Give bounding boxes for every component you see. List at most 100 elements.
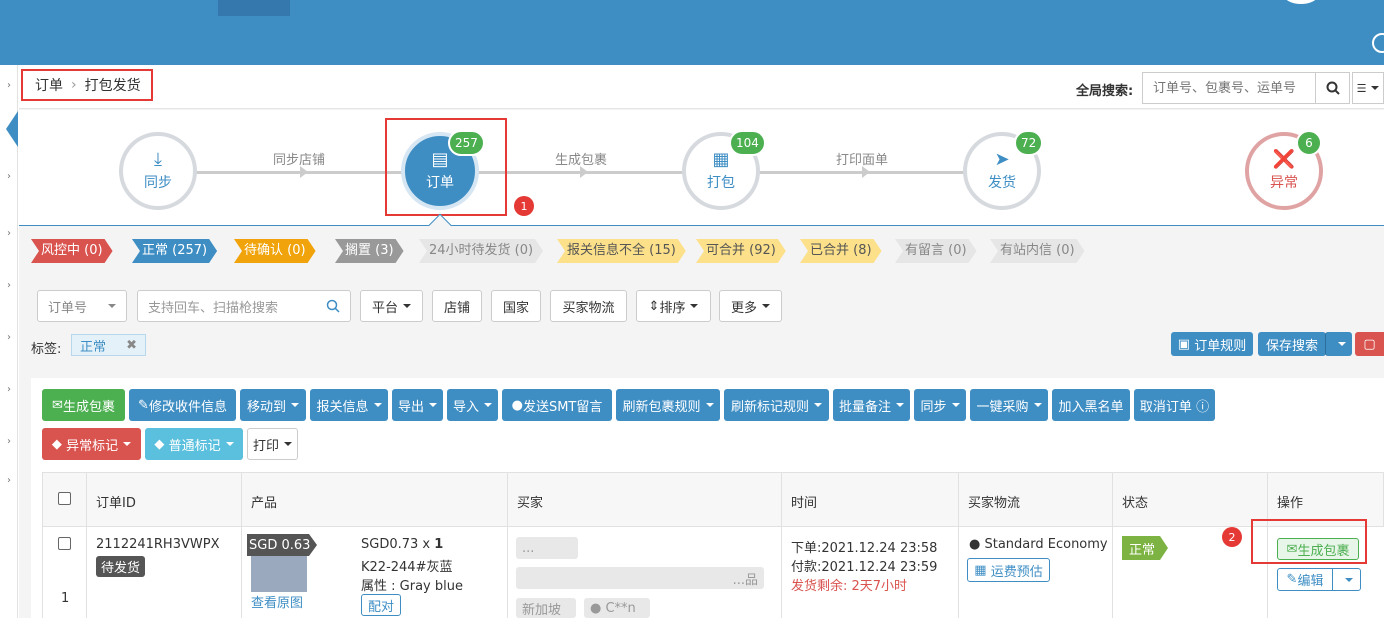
- info-icon: ⓘ: [1191, 399, 1210, 415]
- column-header: 买家物流: [968, 496, 1021, 511]
- clear-button[interactable]: ▢: [1355, 332, 1384, 356]
- caret-icon: [284, 442, 293, 446]
- order-id[interactable]: 2112241RH3VWPX: [96, 537, 219, 552]
- tab-customs[interactable]: 报关信息不全 (15): [557, 239, 686, 263]
- chevron-icon[interactable]: ›: [0, 280, 18, 291]
- column-header[interactable]: 时间: [791, 492, 817, 511]
- close-icon[interactable]: ✖: [126, 338, 137, 353]
- column-header[interactable]: 订单ID: [96, 492, 136, 511]
- sync-button[interactable]: 同步: [914, 389, 966, 421]
- header-tab-block[interactable]: [218, 0, 290, 16]
- pair-button[interactable]: 配对: [361, 594, 401, 616]
- chevron-icon[interactable]: ›: [0, 228, 18, 239]
- select-all-checkbox[interactable]: [58, 492, 71, 505]
- chevron-icon[interactable]: ›: [0, 171, 18, 182]
- search-icon[interactable]: [326, 299, 340, 313]
- column-header: 状态: [1122, 496, 1149, 511]
- import-button[interactable]: 导入: [447, 389, 498, 421]
- row-edit-dropdown[interactable]: [1332, 568, 1361, 591]
- order-rules-button[interactable]: ▣ 订单规则: [1171, 332, 1253, 356]
- step-link-label: 生成包裹: [555, 153, 608, 168]
- logistics-name: Standard Economy: [984, 537, 1108, 552]
- chevron-icon[interactable]: ›: [0, 80, 18, 91]
- envelope-icon: ✉: [52, 397, 63, 413]
- user-icon: ●: [590, 600, 606, 616]
- order-search-input[interactable]: 支持回车、扫描枪搜索: [137, 290, 351, 322]
- user-icon: ●: [969, 537, 985, 552]
- global-search-input[interactable]: [1142, 72, 1316, 104]
- buyer-user: ● C**n: [584, 598, 650, 618]
- ship-remaining: 发货剩余: 2天7小时: [791, 579, 908, 594]
- edit-address-button[interactable]: ✎ 修改收件信息: [129, 389, 236, 421]
- search-scope-dropdown[interactable]: ☰: [1352, 72, 1384, 104]
- send-smt-message-button[interactable]: ● 发送SMT留言: [502, 389, 612, 421]
- more-dropdown[interactable]: 更多: [719, 290, 782, 322]
- annotation-marker: 2: [1222, 527, 1242, 547]
- breadcrumb-root[interactable]: 订单: [35, 75, 63, 95]
- platform-filter[interactable]: 平台: [360, 290, 423, 322]
- chevron-icon[interactable]: ›: [0, 384, 18, 395]
- product-price: SGD0.73 x 1: [361, 537, 443, 552]
- sort-dropdown[interactable]: ⇕ 排序: [636, 290, 711, 322]
- step-link-label: 打印面单: [836, 153, 889, 168]
- customs-info-button[interactable]: 报关信息: [310, 389, 388, 421]
- export-button[interactable]: 导出: [392, 389, 443, 421]
- button-label: 批量备注: [839, 399, 892, 415]
- column-header: 产品: [251, 496, 278, 511]
- tab-24h[interactable]: 24小时待发货 (0): [419, 239, 543, 263]
- step-label: 异常: [1270, 175, 1298, 191]
- logistics-filter[interactable]: 买家物流: [550, 290, 627, 322]
- tab-risk[interactable]: 风控中 (0): [31, 239, 113, 263]
- normal-tag-button[interactable]: ◆ 普通标记: [145, 428, 243, 460]
- tab-normal[interactable]: 正常 (257): [132, 239, 217, 263]
- tab-inbox[interactable]: 有站内信 (0): [990, 239, 1085, 263]
- chevron-icon[interactable]: ›: [0, 332, 18, 343]
- freight-estimate-button[interactable]: ▦ 运费预估: [967, 558, 1050, 582]
- step-count-badge: 6: [1296, 130, 1322, 156]
- country-filter[interactable]: 国家: [491, 290, 541, 322]
- button-label: 一键采购: [976, 399, 1029, 415]
- row-edit-button[interactable]: ✎ 编辑: [1277, 568, 1333, 591]
- tab-messages[interactable]: 有留言 (0): [895, 239, 977, 263]
- print-button[interactable]: 打印: [247, 428, 298, 460]
- caret-icon: [896, 403, 905, 407]
- caret-icon: [484, 403, 493, 407]
- breadcrumb-current: 打包发货: [84, 78, 141, 94]
- refresh-tag-rules-button[interactable]: 刷新标记规则: [724, 389, 829, 421]
- button-label: 报关信息: [316, 399, 369, 415]
- buyer-note: ...品: [516, 567, 764, 589]
- chevron-icon[interactable]: ›: [0, 436, 18, 447]
- barcode-icon: ▦: [712, 149, 730, 170]
- save-search-dropdown[interactable]: [1325, 332, 1352, 356]
- one-click-purchase-button[interactable]: 一键采购: [970, 389, 1048, 421]
- calculator-icon: ▦: [974, 562, 991, 578]
- product-thumbnail[interactable]: [251, 556, 307, 592]
- tag-icon: ◆: [51, 436, 67, 452]
- search-button[interactable]: [1315, 72, 1350, 104]
- order-state-badge: 待发货: [96, 556, 146, 577]
- highlight-box: [385, 118, 507, 216]
- refresh-package-rules-button[interactable]: 刷新包裹规则: [616, 389, 720, 421]
- tab-merged[interactable]: 已合并 (8): [800, 239, 882, 263]
- move-to-button[interactable]: 移动到: [240, 389, 306, 421]
- row-checkbox[interactable]: [58, 537, 71, 550]
- generate-package-button[interactable]: ✉ 生成包裹: [42, 389, 125, 421]
- store-filter[interactable]: 店铺: [432, 290, 482, 322]
- button-label: 导出: [398, 399, 425, 415]
- step-sync[interactable]: ⤓ 同步: [119, 132, 197, 210]
- caret-icon: [951, 403, 960, 407]
- step-label: 同步: [144, 175, 172, 191]
- caret-icon: [123, 442, 132, 446]
- batch-note-button[interactable]: 批量备注: [833, 389, 910, 421]
- blacklist-button[interactable]: 加入黑名单: [1052, 389, 1130, 421]
- field-select[interactable]: 订单号: [37, 290, 127, 322]
- view-image-link[interactable]: 查看原图: [251, 592, 303, 611]
- tab-shelved[interactable]: 搁置 (3): [335, 239, 404, 263]
- abnormal-tag-button[interactable]: ◆ 异常标记: [42, 428, 141, 460]
- cancel-order-button[interactable]: 取消订单 ⓘ: [1134, 389, 1215, 421]
- tab-pending[interactable]: 待确认 (0): [234, 239, 316, 263]
- step-count-badge: 104: [729, 130, 766, 156]
- tab-mergeable[interactable]: 可合并 (92): [696, 239, 786, 263]
- save-search-button[interactable]: 保存搜索: [1258, 332, 1326, 356]
- chevron-icon[interactable]: ›: [0, 475, 18, 486]
